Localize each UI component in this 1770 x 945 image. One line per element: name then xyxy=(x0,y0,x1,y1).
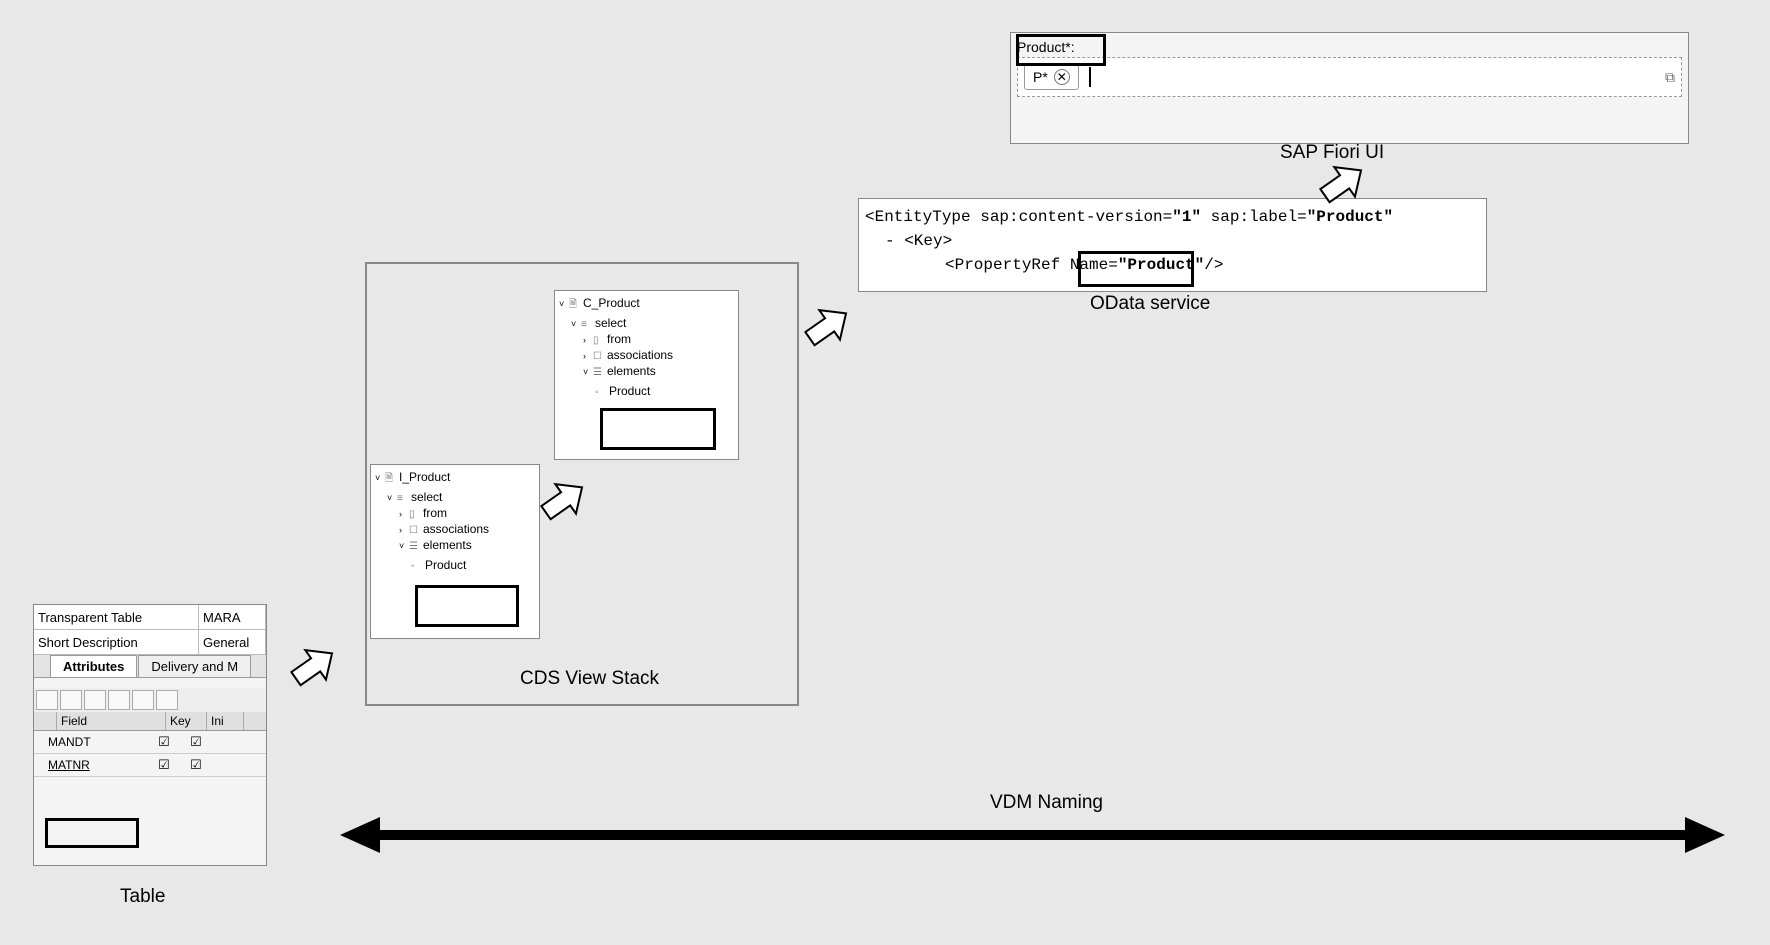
highlight-c-product xyxy=(600,408,716,450)
table-row: MANDT ☑ ☑ xyxy=(34,731,266,754)
tree-node-associations: associations xyxy=(607,348,673,362)
toolbar-button[interactable] xyxy=(132,690,154,710)
odata-text: <EntityType sap:content-version= xyxy=(865,208,1172,226)
fiori-input-row[interactable]: P* ✕ ⧉ xyxy=(1017,57,1682,97)
field-header-name: Field xyxy=(57,712,166,730)
fiori-field-label: Product*: xyxy=(1017,39,1682,55)
arrow-icon xyxy=(286,638,342,697)
tree-node-from: from xyxy=(607,332,631,346)
table-caption: Table xyxy=(120,886,165,908)
fiori-token[interactable]: P* ✕ xyxy=(1024,64,1079,90)
field-ini-check: ☑ xyxy=(180,734,212,750)
highlight-odata-product xyxy=(1078,251,1194,287)
clear-icon[interactable]: ✕ xyxy=(1054,69,1070,85)
table-toolbar xyxy=(34,688,266,712)
odata-version: "1" xyxy=(1172,208,1201,226)
tree-node-name: I_Product xyxy=(399,470,450,484)
highlight-matnr xyxy=(45,818,139,848)
field-key-check: ☑ xyxy=(148,734,180,750)
tree-node-name: C_Product xyxy=(583,296,640,310)
cds-caption: CDS View Stack xyxy=(520,668,659,690)
tree-node-product: Product xyxy=(425,558,466,572)
table-type-value: MARA xyxy=(199,605,266,629)
odata-key: - <Key> xyxy=(865,229,1480,253)
value-help-icon[interactable]: ⧉ xyxy=(1665,69,1675,86)
toolbar-button[interactable] xyxy=(156,690,178,710)
odata-caption: OData service xyxy=(1090,293,1210,315)
tree-node-select: select xyxy=(411,490,442,504)
toolbar-button[interactable] xyxy=(60,690,82,710)
field-name: MANDT xyxy=(34,735,148,749)
fiori-panel: Product*: P* ✕ ⧉ xyxy=(1010,32,1689,144)
field-key-check: ☑ xyxy=(148,757,180,773)
toolbar-button[interactable] xyxy=(36,690,58,710)
fiori-text-input[interactable] xyxy=(1089,67,1659,87)
arrow-icon xyxy=(1315,155,1371,214)
tree-node-from: from xyxy=(423,506,447,520)
odata-text: /> xyxy=(1204,256,1223,274)
tab-delivery[interactable]: Delivery and M xyxy=(138,655,251,677)
table-desc-value: General xyxy=(199,630,266,654)
highlight-i-product xyxy=(415,585,519,627)
tree-node-select: select xyxy=(595,316,626,330)
highlight-fiori-label xyxy=(1016,34,1106,66)
double-arrow xyxy=(340,815,1725,865)
field-name: MATNR xyxy=(34,758,148,772)
tree-node-associations: associations xyxy=(423,522,489,536)
field-ini-check: ☑ xyxy=(180,757,212,773)
field-header-key: Key xyxy=(166,712,207,730)
vdm-naming-label: VDM Naming xyxy=(990,792,1103,814)
tree-node-elements: elements xyxy=(607,364,656,378)
table-row: MATNR ☑ ☑ xyxy=(34,754,266,777)
field-header-ini: Ini xyxy=(207,712,244,730)
fiori-token-text: P* xyxy=(1033,69,1048,85)
tree-node-product: Product xyxy=(609,384,650,398)
table-type-label: Transparent Table xyxy=(34,605,199,629)
toolbar-button[interactable] xyxy=(108,690,130,710)
odata-text: sap:label= xyxy=(1201,208,1307,226)
toolbar-button[interactable] xyxy=(84,690,106,710)
tab-attributes[interactable]: Attributes xyxy=(50,655,137,677)
arrow-icon xyxy=(800,298,856,357)
arrow-icon xyxy=(536,472,592,531)
tree-node-elements: elements xyxy=(423,538,472,552)
table-desc-label: Short Description xyxy=(34,630,199,654)
